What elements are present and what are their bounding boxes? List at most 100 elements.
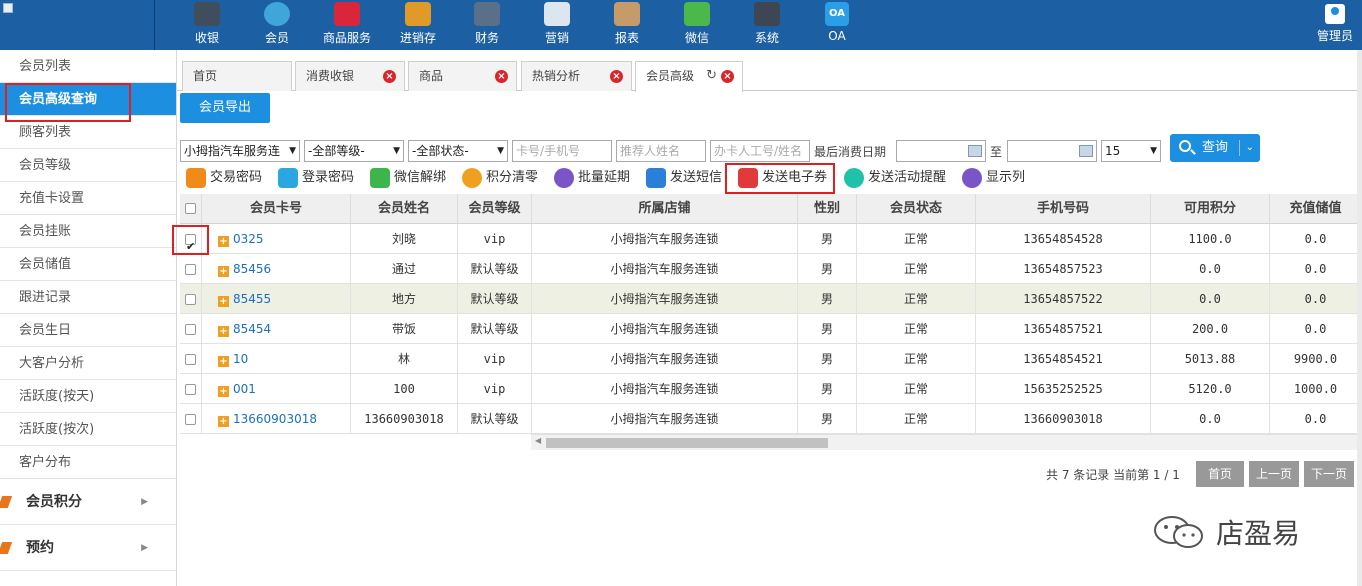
- table-row[interactable]: +13660903018 13660903018 默认等级 小拇指汽车服务连锁男正常 1…: [180, 404, 1362, 434]
- row-select-cell[interactable]: [180, 344, 202, 374]
- expand-plus-icon[interactable]: +: [218, 386, 229, 397]
- sidebar-group[interactable]: 会员积分 ▶: [0, 479, 176, 525]
- column-header[interactable]: 会员姓名: [351, 194, 458, 224]
- nav-item-2[interactable]: 商品服务: [314, 0, 380, 50]
- sidebar-item[interactable]: 顾客列表: [0, 116, 176, 149]
- card-number-link[interactable]: 85456: [233, 262, 271, 276]
- column-header[interactable]: 可用积分: [1151, 194, 1270, 224]
- toolbar-button[interactable]: 发送短信: [646, 166, 722, 190]
- store-select[interactable]: 小拇指汽车服务连 ▼: [180, 140, 300, 162]
- sidebar-item[interactable]: 会员储值: [0, 248, 176, 281]
- column-header[interactable]: 所属店铺: [532, 194, 798, 224]
- sidebar-item[interactable]: 跟进记录: [0, 281, 176, 314]
- close-icon[interactable]: ×: [495, 70, 508, 83]
- cell-card[interactable]: +13660903018: [202, 404, 351, 434]
- cell-card[interactable]: +85456: [202, 254, 351, 284]
- cell-card[interactable]: +85454: [202, 314, 351, 344]
- nav-item-4[interactable]: 财务: [458, 0, 516, 50]
- row-select-cell[interactable]: [180, 374, 202, 404]
- expand-plus-icon[interactable]: +: [218, 236, 229, 247]
- toolbar-button[interactable]: 批量延期: [554, 166, 630, 190]
- nav-item-9[interactable]: OA OA: [808, 0, 866, 50]
- column-header[interactable]: 充值储值: [1270, 194, 1362, 224]
- next-page-button[interactable]: 下一页: [1304, 461, 1354, 487]
- table-row[interactable]: +10 林 vip 小拇指汽车服务连锁男正常 13654854521 5013.88 990…: [180, 344, 1362, 374]
- table-row[interactable]: +85456 通过 默认等级 小拇指汽车服务连锁男正常 13654857523 0.0 0.…: [180, 254, 1362, 284]
- expand-plus-icon[interactable]: +: [218, 266, 229, 277]
- row-select-cell[interactable]: [180, 314, 202, 344]
- scrollbar-thumb[interactable]: [546, 438, 828, 448]
- cell-card[interactable]: +10: [202, 344, 351, 374]
- member-export-button[interactable]: 会员导出: [180, 93, 270, 123]
- close-icon[interactable]: ×: [610, 70, 623, 83]
- cell-card[interactable]: +001: [202, 374, 351, 404]
- nav-item-5[interactable]: 营销: [528, 0, 586, 50]
- nav-item-1[interactable]: 会员: [248, 0, 306, 50]
- calendar-icon[interactable]: [968, 145, 982, 157]
- card-number-link[interactable]: 10: [233, 352, 248, 366]
- start-date-input[interactable]: [896, 140, 986, 162]
- sidebar-item[interactable]: 充值卡设置: [0, 182, 176, 215]
- toolbar-button[interactable]: 发送活动提醒: [844, 166, 946, 190]
- sidebar-item[interactable]: 活跃度(按天): [0, 380, 176, 413]
- sidebar-item[interactable]: 活跃度(按次): [0, 413, 176, 446]
- chevron-down-icon[interactable]: ⌄: [1246, 134, 1254, 162]
- scroll-left-icon[interactable]: ◀: [535, 436, 541, 445]
- column-header[interactable]: 会员状态: [857, 194, 976, 224]
- calendar-icon[interactable]: [1079, 145, 1093, 157]
- row-select-cell[interactable]: [180, 404, 202, 434]
- end-date-input[interactable]: [1007, 140, 1097, 162]
- nav-item-8[interactable]: 系统: [738, 0, 796, 50]
- row-checkbox[interactable]: [185, 324, 196, 335]
- row-select-cell[interactable]: [180, 254, 202, 284]
- row-checkbox[interactable]: [185, 232, 196, 254]
- row-checkbox[interactable]: [185, 294, 196, 305]
- expand-plus-icon[interactable]: +: [218, 296, 229, 307]
- cell-card[interactable]: +0325: [202, 224, 351, 254]
- card-number-link[interactable]: 85455: [233, 292, 271, 306]
- column-header[interactable]: 性别: [798, 194, 857, 224]
- toolbar-button[interactable]: 交易密码: [186, 166, 262, 190]
- cell-card[interactable]: +85455: [202, 284, 351, 314]
- sidebar-item[interactable]: 会员等级: [0, 149, 176, 182]
- sidebar-item[interactable]: 会员挂账: [0, 215, 176, 248]
- nav-item-6[interactable]: 报表: [598, 0, 656, 50]
- row-checkbox[interactable]: [185, 384, 196, 395]
- select-all-checkbox[interactable]: [185, 203, 196, 214]
- row-checkbox[interactable]: [185, 354, 196, 365]
- tab-item[interactable]: 首页: [182, 61, 292, 91]
- table-row[interactable]: +85455 地方 默认等级 小拇指汽车服务连锁男正常 13654857522 0.0 0.…: [180, 284, 1362, 314]
- toolbar-button[interactable]: 发送电子券: [738, 166, 827, 190]
- card-number-link[interactable]: 85454: [233, 322, 271, 336]
- sidebar-item[interactable]: 会员生日: [0, 314, 176, 347]
- prev-page-button[interactable]: 上一页: [1249, 461, 1299, 487]
- table-row[interactable]: +85454 带饭 默认等级 小拇指汽车服务连锁男正常 13654857521 200.0…: [180, 314, 1362, 344]
- sidebar-item[interactable]: 会员高级查询: [0, 83, 176, 116]
- card-number-link[interactable]: 001: [233, 382, 256, 396]
- refresh-icon[interactable]: ↻: [706, 62, 717, 90]
- tab-item[interactable]: 消费收银 ×: [295, 61, 405, 91]
- card-number-link[interactable]: 0325: [233, 232, 264, 246]
- nav-item-3[interactable]: 进销存: [389, 0, 447, 50]
- table-row[interactable]: +001 100 vip 小拇指汽车服务连锁男正常 15635252525 5120.0 1…: [180, 374, 1362, 404]
- column-header[interactable]: 手机号码: [976, 194, 1151, 224]
- toolbar-button[interactable]: 微信解绑: [370, 166, 446, 190]
- column-header[interactable]: 会员卡号: [202, 194, 351, 224]
- first-page-button[interactable]: 首页: [1196, 461, 1244, 487]
- toolbar-button[interactable]: 登录密码: [278, 166, 354, 190]
- nav-item-0[interactable]: 收银: [178, 0, 236, 50]
- sidebar-group[interactable]: 预约 ▶: [0, 525, 176, 571]
- row-checkbox[interactable]: [185, 414, 196, 425]
- sidebar-item[interactable]: 客户分布: [0, 446, 176, 479]
- row-select-cell[interactable]: [180, 224, 202, 254]
- horizontal-scrollbar[interactable]: ◀: [531, 434, 1362, 450]
- tab-item[interactable]: 热销分析 ×: [521, 61, 632, 91]
- admin-menu[interactable]: 管理员: [1312, 0, 1358, 50]
- header-select-all[interactable]: [180, 194, 202, 224]
- status-select[interactable]: -全部状态- ▼: [408, 140, 508, 162]
- sidebar-item[interactable]: 会员列表: [0, 50, 176, 83]
- expand-plus-icon[interactable]: +: [218, 326, 229, 337]
- toolbar-button[interactable]: 显示列: [962, 166, 1025, 190]
- table-row[interactable]: +0325刘晓vip小拇指汽车服务连锁男正常136548545281100.00…: [180, 224, 1362, 254]
- row-select-cell[interactable]: [180, 284, 202, 314]
